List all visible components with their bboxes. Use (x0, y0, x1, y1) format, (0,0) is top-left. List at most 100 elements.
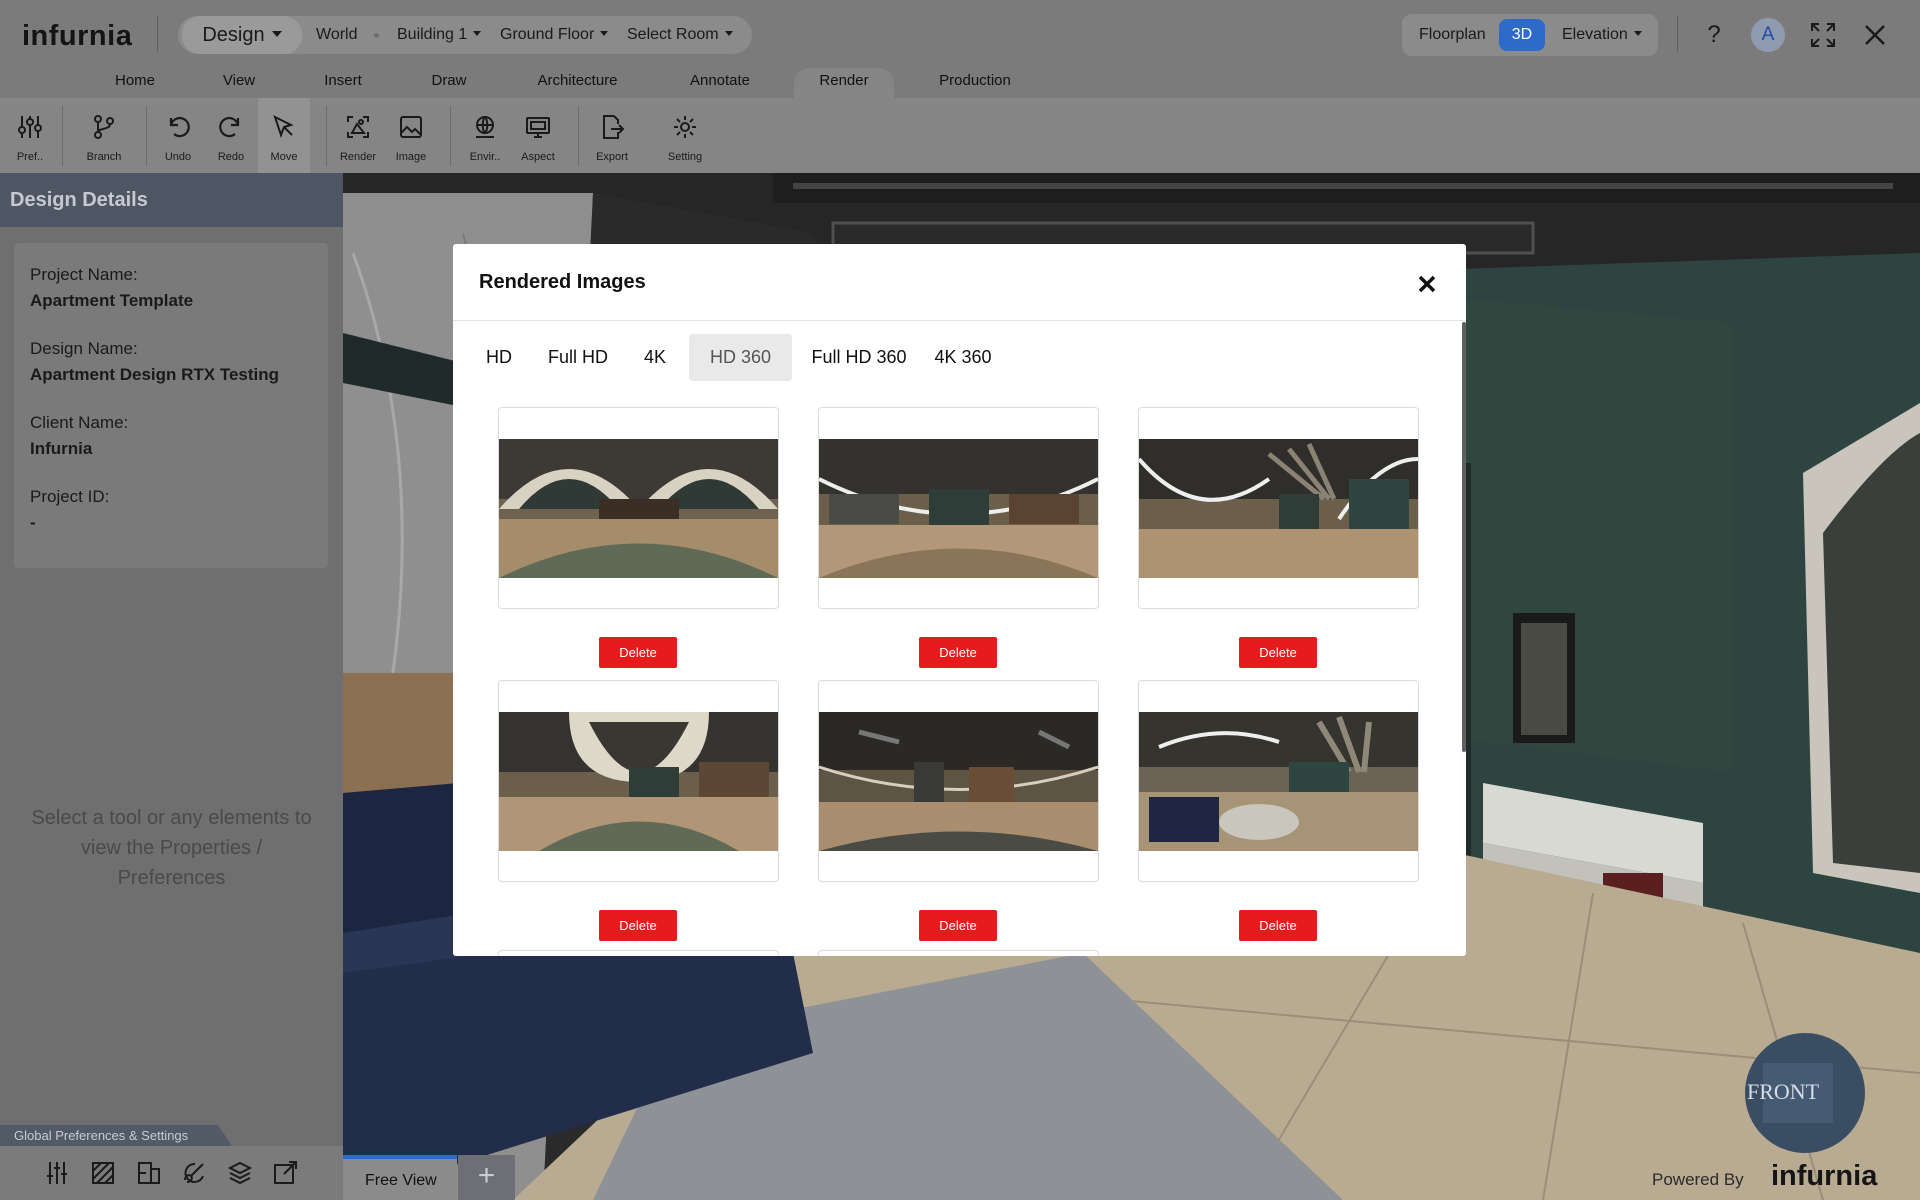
close-icon[interactable] (1860, 20, 1890, 50)
global-preferences-toolbar (0, 1146, 343, 1200)
layers-icon[interactable] (227, 1160, 253, 1186)
divider (157, 16, 158, 52)
global-preferences-tab[interactable]: Global Preferences & Settings (0, 1125, 232, 1146)
tool-label: Aspect (521, 151, 555, 163)
settings-tool[interactable]: Setting (659, 98, 711, 173)
tool-label: Undo (164, 151, 192, 163)
panorama-thumbnail (499, 439, 778, 578)
3d-view-button[interactable]: 3D (1499, 19, 1545, 51)
tab-draw[interactable]: Draw (414, 68, 484, 98)
delete-button[interactable]: Delete (599, 637, 677, 668)
breadcrumb: Design World Building 1 Ground Floor Sel… (178, 16, 752, 54)
preferences-tool[interactable]: Pref.. (4, 98, 56, 173)
image-icon (400, 116, 422, 138)
render-tool[interactable]: Render (332, 98, 384, 173)
view-tab-label: Free View (365, 1172, 437, 1189)
room-dropdown[interactable]: Select Room (627, 16, 733, 54)
panorama-thumbnail (819, 439, 1098, 578)
powered-by-label: Powered By (1652, 1170, 1744, 1189)
paint-icon[interactable] (181, 1160, 207, 1186)
floorplan-icon[interactable] (136, 1160, 162, 1186)
delete-button[interactable]: Delete (1239, 637, 1317, 668)
divider (578, 106, 579, 166)
divider (62, 106, 63, 166)
footer-logo: infurnia (1771, 1160, 1878, 1192)
client-name-value: Infurnia (30, 439, 93, 458)
design-details-card: Project Name: Apartment Template Design … (14, 243, 328, 568)
tool-label: Render (339, 151, 377, 163)
modal-scrollbar[interactable] (1462, 322, 1466, 752)
elevation-dropdown[interactable]: Elevation (1562, 19, 1642, 51)
project-name-label: Project Name: (30, 265, 138, 284)
render-card[interactable] (818, 407, 1099, 609)
tab-render[interactable]: Render (794, 68, 894, 98)
delete-button[interactable]: Delete (599, 910, 677, 941)
tab-hd-360[interactable]: HD 360 (689, 334, 792, 381)
tool-label: Redo (217, 151, 245, 163)
tool-label: Branch (86, 151, 122, 163)
design-dropdown[interactable]: Design (182, 16, 302, 54)
fullscreen-icon[interactable] (1808, 20, 1838, 50)
app-logo: infurnia (22, 20, 133, 52)
export-tool[interactable]: Export (586, 98, 638, 173)
undo-tool[interactable]: Undo (152, 98, 204, 173)
tab-view[interactable]: View (204, 68, 274, 98)
render-card[interactable] (498, 407, 779, 609)
tab-4k[interactable]: 4K (631, 334, 679, 381)
nav-cube-front-label[interactable]: FRONT (1747, 1079, 1819, 1105)
tab-architecture[interactable]: Architecture (520, 68, 635, 98)
delete-button[interactable]: Delete (919, 637, 997, 668)
move-tool[interactable]: Move (258, 98, 310, 173)
image-tool[interactable]: Image (385, 98, 437, 173)
tab-hd[interactable]: HD (479, 334, 519, 381)
close-icon[interactable] (1416, 273, 1438, 295)
building-dropdown[interactable]: Building 1 (397, 16, 481, 54)
render-card[interactable] (1138, 680, 1419, 882)
render-card[interactable] (818, 950, 1099, 956)
tab-full-hd-360[interactable]: Full HD 360 (801, 334, 917, 381)
hatch-icon[interactable] (90, 1160, 116, 1186)
delete-button[interactable]: Delete (919, 910, 997, 941)
divider (1677, 16, 1678, 52)
branch-tool[interactable]: Branch (78, 98, 130, 173)
add-view-button[interactable]: + (458, 1155, 515, 1200)
redo-tool[interactable]: Redo (205, 98, 257, 173)
render-card[interactable] (498, 680, 779, 882)
export-icon[interactable] (272, 1160, 298, 1186)
tool-label: Move (270, 151, 298, 163)
panel-title: Design Details (10, 189, 148, 211)
tab-insert[interactable]: Insert (308, 68, 378, 98)
global-preferences-label: Global Preferences & Settings (14, 1128, 189, 1143)
tool-label: Envir.. (469, 151, 501, 163)
aspect-tool[interactable]: Aspect (512, 98, 564, 173)
render-card[interactable] (1138, 407, 1419, 609)
divider (146, 106, 147, 166)
view-mode-switch: Floorplan 3D Elevation (1402, 14, 1658, 56)
client-name-label: Client Name: (30, 413, 129, 432)
panorama-thumbnail (499, 712, 778, 851)
tab-production[interactable]: Production (925, 68, 1025, 98)
help-icon[interactable]: ? (1699, 20, 1729, 50)
tool-label: Image (395, 151, 427, 163)
cursor-icon (273, 115, 294, 138)
tab-4k-360[interactable]: 4K 360 (925, 334, 1001, 381)
breadcrumb-world[interactable]: World (316, 16, 358, 54)
sliders-icon (18, 116, 42, 138)
delete-button[interactable]: Delete (1239, 910, 1317, 941)
view-tab-free-view[interactable]: Free View (343, 1155, 457, 1200)
environment-tool[interactable]: Envir.. (459, 98, 511, 173)
render-card[interactable] (818, 680, 1099, 882)
sliders-icon[interactable] (44, 1160, 70, 1186)
tool-label: Pref.. (16, 151, 44, 163)
tab-full-hd[interactable]: Full HD (533, 334, 623, 381)
top-bar: infurnia Design World Building 1 Ground … (0, 0, 1920, 68)
tab-annotate[interactable]: Annotate (675, 68, 765, 98)
avatar[interactable]: A (1751, 18, 1785, 52)
tab-home[interactable]: Home (100, 68, 170, 98)
panorama-thumbnail (1139, 712, 1418, 851)
render-card[interactable] (498, 950, 779, 956)
breadcrumb-separator-dot (374, 33, 379, 38)
modal-header: Rendered Images (453, 244, 1466, 321)
floor-dropdown[interactable]: Ground Floor (500, 16, 608, 54)
floorplan-view-button[interactable]: Floorplan (1419, 19, 1486, 51)
